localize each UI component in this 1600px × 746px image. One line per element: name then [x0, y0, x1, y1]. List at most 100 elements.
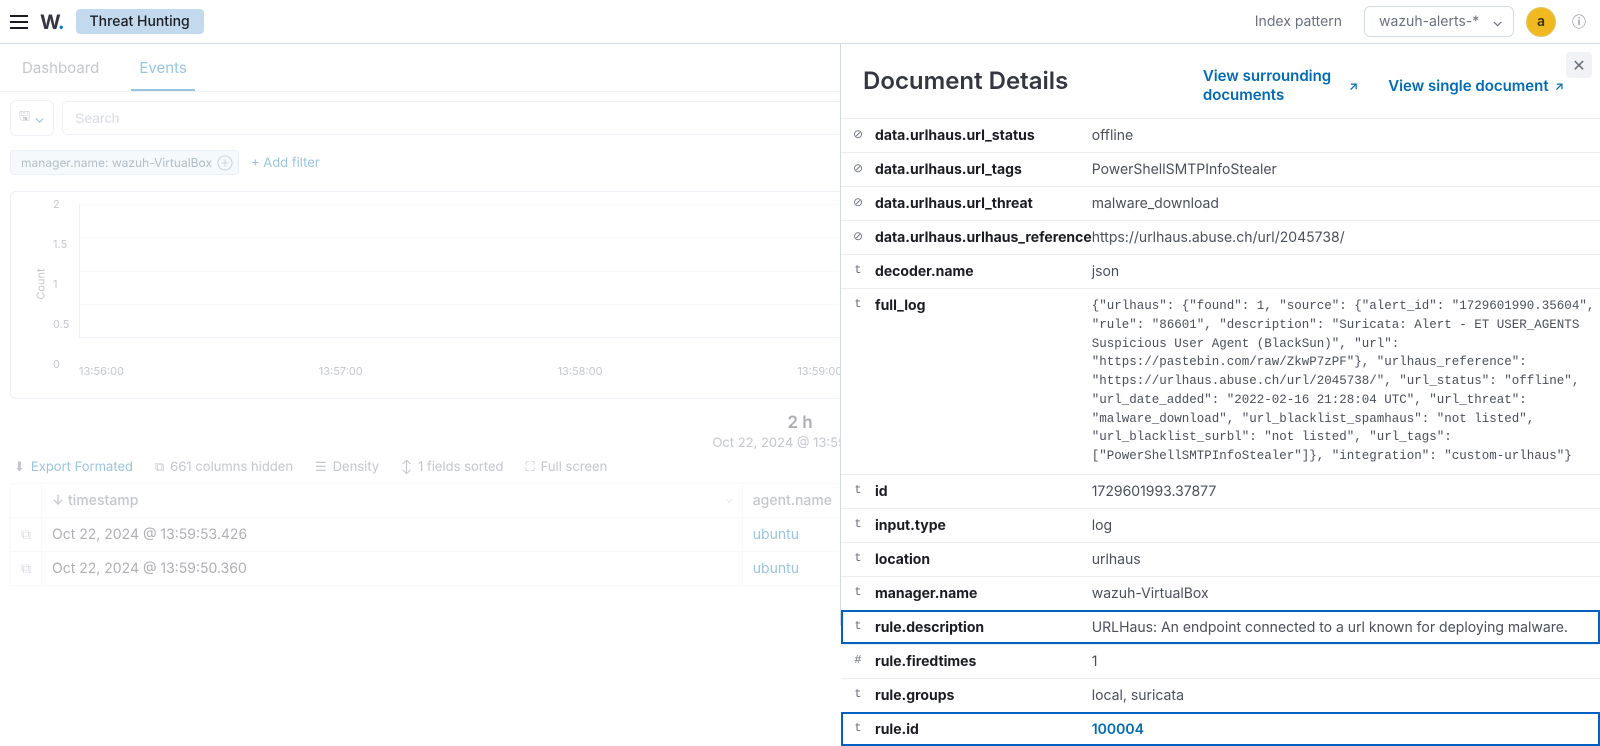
field-type-icon: ⊘	[841, 153, 875, 187]
close-icon[interactable]: ✕	[1566, 52, 1592, 78]
app-name-badge[interactable]: Threat Hunting	[76, 9, 204, 34]
field-row[interactable]: #rule.firedtimes1	[841, 644, 1600, 678]
top-nav: W. Threat Hunting Index pattern wazuh-al…	[0, 0, 1600, 44]
field-type-icon: t	[841, 576, 875, 610]
field-value: local, suricata	[1092, 678, 1600, 712]
x-tick: 13:58:00	[558, 364, 603, 378]
y-tick: 2	[53, 197, 60, 211]
field-type-icon: t	[841, 508, 875, 542]
field-type-icon: t	[841, 289, 875, 475]
index-pattern-value: wazuh-alerts-*	[1379, 13, 1479, 30]
field-value: {"urlhaus": {"found": 1, "source": {"ale…	[1092, 289, 1600, 475]
field-type-icon: #	[841, 644, 875, 678]
field-row[interactable]: tmanager.namewazuh-VirtualBox	[841, 576, 1600, 610]
tab-dashboard[interactable]: Dashboard	[14, 44, 107, 91]
expand-row-icon[interactable]: ⧉	[11, 552, 42, 586]
field-type-icon: t	[841, 610, 875, 644]
filter-pill-manager-name[interactable]: manager.name: wazuh-VirtualBox ⊕	[10, 150, 239, 175]
field-row[interactable]: trule.id100004	[841, 712, 1600, 746]
field-value: urlhaus	[1092, 542, 1600, 576]
field-key: full_log	[875, 289, 1092, 475]
save-icon: 🖫	[19, 107, 30, 129]
y-tick: 1	[53, 277, 57, 291]
field-key: input.type	[875, 508, 1092, 542]
field-value: PowerShellSMTPInfoStealer	[1092, 153, 1600, 187]
field-value: json	[1092, 255, 1600, 289]
flyout-title: Document Details	[863, 66, 1068, 95]
save-query-button[interactable]: 🖫 ⌄	[10, 100, 54, 136]
avatar[interactable]: a	[1526, 7, 1556, 37]
field-value: https://urlhaus.abuse.ch/url/2045738/	[1092, 221, 1600, 255]
popout-icon: ↗	[1555, 78, 1564, 93]
field-type-icon: ⊘	[841, 221, 875, 255]
field-key: data.urlhaus.url_status	[875, 119, 1092, 153]
field-key: location	[875, 542, 1092, 576]
document-details-flyout: ✕ Document Details View surrounding docu…	[840, 44, 1600, 626]
add-filter-button[interactable]: + Add filter	[251, 155, 320, 171]
x-tick: 13:59:00	[797, 364, 842, 378]
menu-icon[interactable]	[10, 15, 28, 29]
field-row[interactable]: tlocationurlhaus	[841, 542, 1600, 576]
field-type-icon: t	[841, 678, 875, 712]
field-row[interactable]: ⊘data.urlhaus.url_tagsPowerShellSMTPInfo…	[841, 153, 1600, 187]
field-type-icon: t	[841, 542, 875, 576]
field-type-icon: t	[841, 255, 875, 289]
field-row[interactable]: ⊘data.urlhaus.url_statusoffline	[841, 119, 1600, 153]
tab-events[interactable]: Events	[131, 44, 194, 91]
logo: W.	[40, 10, 64, 34]
field-value: URLHaus: An endpoint connected to a url …	[1092, 610, 1600, 644]
x-tick: 13:56:00	[79, 364, 124, 378]
fullscreen-button[interactable]: ⛶Full screen	[526, 459, 608, 475]
field-key: rule.id	[875, 712, 1092, 746]
field-row[interactable]: tdecoder.namejson	[841, 255, 1600, 289]
field-row[interactable]: tinput.typelog	[841, 508, 1600, 542]
cell-timestamp: Oct 22, 2024 @ 13:59:53.426	[42, 518, 743, 552]
field-value: wazuh-VirtualBox	[1092, 576, 1600, 610]
field-type-icon: ⊘	[841, 187, 875, 221]
cell-timestamp: Oct 22, 2024 @ 13:59:50.360	[42, 552, 743, 586]
density-button[interactable]: ☰Density	[315, 459, 379, 475]
chevron-down-icon: ⌄	[34, 110, 45, 127]
field-type-icon: ⊘	[841, 119, 875, 153]
field-value: log	[1092, 508, 1600, 542]
y-tick: 1.5	[53, 237, 67, 251]
field-row[interactable]: tid1729601993.37877	[841, 474, 1600, 508]
field-key: manager.name	[875, 576, 1092, 610]
expand-row-icon[interactable]: ⧉	[11, 518, 42, 552]
field-key: rule.firedtimes	[875, 644, 1092, 678]
sort-down-icon: ↓	[52, 492, 64, 509]
field-key: data.urlhaus.url_threat	[875, 187, 1092, 221]
field-type-icon: t	[841, 474, 875, 508]
expand-column-header	[11, 484, 42, 518]
column-header-timestamp[interactable]: ↓timestamp⌄	[42, 484, 743, 518]
field-type-icon: t	[841, 712, 875, 746]
view-single-link[interactable]: View single document ↗	[1388, 66, 1564, 104]
index-pattern-select[interactable]: wazuh-alerts-* ⌄	[1364, 6, 1514, 37]
field-key: id	[875, 474, 1092, 508]
density-icon: ☰	[315, 459, 327, 475]
columns-hidden-button[interactable]: ⧉661 columns hidden	[155, 459, 293, 475]
field-key: data.urlhaus.urlhaus_reference	[875, 221, 1092, 255]
field-row[interactable]: trule.groupslocal, suricata	[841, 678, 1600, 712]
help-icon[interactable]: ⓘ	[1568, 8, 1590, 36]
field-row[interactable]: trule.descriptionURLHaus: An endpoint co…	[841, 610, 1600, 644]
sort-button[interactable]: ↕1 fields sorted	[401, 459, 503, 475]
field-row[interactable]: ⊘data.urlhaus.url_threatmalware_download	[841, 187, 1600, 221]
field-value: malware_download	[1092, 187, 1600, 221]
field-value: 1	[1092, 644, 1600, 678]
field-row[interactable]: tfull_log{"urlhaus": {"found": 1, "sourc…	[841, 289, 1600, 475]
columns-icon: ⧉	[155, 459, 164, 475]
filter-pill-action[interactable]: ⊕	[218, 156, 232, 170]
view-surrounding-link[interactable]: View surrounding documents ↗	[1203, 66, 1358, 104]
field-row[interactable]: ⊘data.urlhaus.urlhaus_referencehttps://u…	[841, 221, 1600, 255]
chevron-down-icon: ⌄	[1492, 13, 1503, 30]
field-value[interactable]: 100004	[1092, 712, 1600, 746]
index-pattern-label: Index pattern	[1255, 13, 1342, 30]
field-key: decoder.name	[875, 255, 1092, 289]
fullscreen-icon: ⛶	[526, 459, 535, 475]
chevron-down-icon: ⌄	[725, 492, 734, 506]
field-value: 1729601993.37877	[1092, 474, 1600, 508]
y-axis-label: Count	[34, 268, 48, 299]
export-button[interactable]: ⬇Export Formated	[14, 459, 133, 475]
y-tick: 0	[53, 357, 60, 371]
